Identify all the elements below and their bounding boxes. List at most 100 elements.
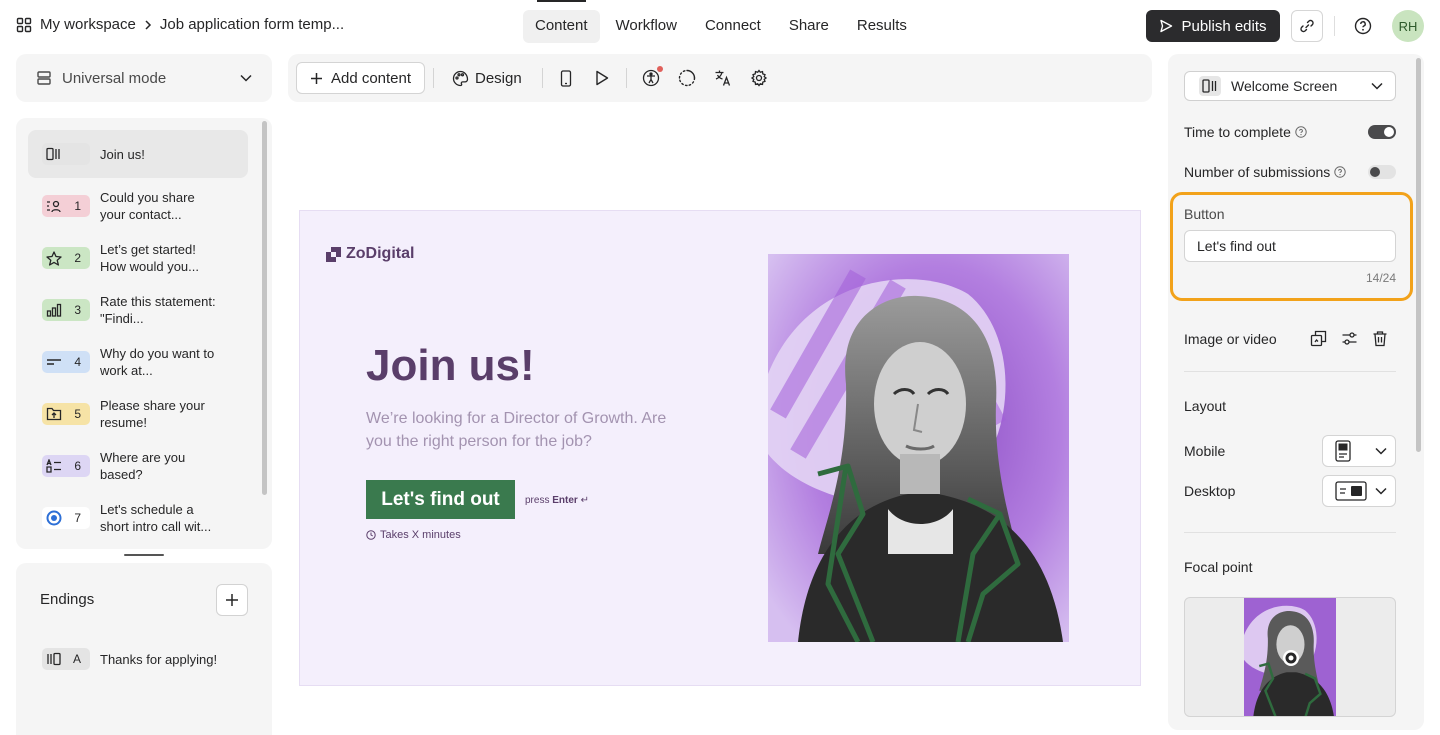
help-button[interactable] [1351,14,1375,38]
time-to-complete-row: Time to complete [1184,124,1396,140]
trash-icon[interactable] [1372,330,1388,347]
adjust-icon[interactable] [1341,330,1358,347]
press-key: Enter [552,495,578,506]
question-item-2[interactable]: 2 Let’s get started! How would you... [28,234,248,282]
publish-edits-button[interactable]: Publish edits [1146,10,1280,42]
desktop-layout-select[interactable] [1322,475,1396,507]
question-badge [42,143,90,165]
question-badge: 1 [42,195,90,217]
accessibility-button[interactable] [639,66,663,90]
press-enter-hint: press Enter ↵ [525,495,589,506]
design-label: Design [475,69,522,87]
help-icon [1354,17,1372,35]
replace-media-icon[interactable] [1310,330,1327,347]
brand-name: ZoDigital [346,245,415,262]
button-setting-highlight [1170,192,1413,301]
welcome-description[interactable]: We’re looking for a Director of Growth. … [366,407,696,453]
question-item-3[interactable]: 3 Rate this statement: "Findi... [28,286,248,334]
screen-type-select[interactable]: Welcome Screen [1184,71,1396,101]
settings-button[interactable] [747,66,771,90]
notification-dot [657,66,663,72]
info-icon[interactable] [1295,126,1307,138]
question-text: Where are you based? [100,450,186,482]
time-to-complete-toggle[interactable] [1368,125,1396,139]
image-or-video-row: Image or video [1184,330,1396,347]
question-text: Why do you want to work at... [100,346,215,378]
question-number: 3 [74,303,81,317]
short-text-icon [47,359,61,365]
question-text: Let's schedule a short intro call wit... [100,502,212,534]
tab-results[interactable]: Results [845,10,919,43]
question-badge: 2 [42,247,90,269]
apps-grid-icon[interactable] [16,17,32,33]
desktop-layout-row: Desktop [1184,475,1396,507]
question-number: 5 [74,407,81,421]
settings-panel: Welcome Screen Time to complete Number o… [1168,54,1424,730]
add-content-label: Add content [330,69,412,87]
design-button[interactable]: Design [444,62,530,94]
tab-content[interactable]: Content [523,0,600,43]
endings-title: Endings [40,591,95,608]
welcome-cta-button[interactable]: Let's find out [366,480,515,519]
copy-link-button[interactable] [1291,10,1323,42]
divider [433,68,434,88]
avatar[interactable]: RH [1392,10,1424,42]
focal-point-title: Focal point [1184,559,1253,575]
question-badge: 3 [42,299,90,321]
question-item-welcome[interactable]: Join us! [28,130,248,178]
question-number: 7 [74,511,81,525]
info-icon[interactable] [1334,166,1346,178]
desktop-layout-icon [1335,481,1367,501]
brand-logo: ZoDigital [326,245,414,263]
tab-workflow[interactable]: Workflow [604,10,689,43]
mobile-label: Mobile [1184,443,1226,459]
submissions-toggle[interactable] [1368,165,1396,179]
question-item-1[interactable]: 1 Could you share your contact... [28,182,248,230]
question-badge: 7 [42,507,90,529]
play-icon [596,70,609,86]
settings-panel-scrollbar[interactable] [1416,58,1421,452]
toggle-knob [1384,127,1394,137]
tab-connect[interactable]: Connect [693,10,773,43]
mobile-icon [560,69,572,87]
question-item-6[interactable]: 6 Where are you based? [28,442,248,490]
question-item-4[interactable]: 4 Why do you want to work at... [28,338,248,386]
question-number: 4 [74,355,81,369]
translate-button[interactable] [711,66,735,90]
question-list-scrollbar[interactable] [262,121,267,495]
question-text: Join us! [100,146,145,162]
chevron-right-icon [145,19,151,30]
ending-badge: A [42,648,90,670]
welcome-headline[interactable]: Join us! [366,341,535,391]
resize-handle[interactable] [124,554,164,556]
time-to-complete-hint: Takes X minutes [366,529,461,541]
form-preview-canvas[interactable]: ZoDigital Join us! We’re looking for a D… [299,210,1141,686]
question-list: Join us! 1 Could you share your contact.… [16,118,272,549]
accessibility-icon [642,69,660,87]
tab-share[interactable]: Share [777,10,841,43]
welcome-screen-icon [1199,76,1221,96]
question-item-7[interactable]: 7 Let's schedule a short intro call wit.… [28,494,248,542]
mode-selector[interactable]: Universal mode [16,54,272,102]
breadcrumb-form-name[interactable]: Job application form temp... [160,16,344,33]
question-item-5[interactable]: 5 Please share your resume! [28,390,248,438]
chevron-down-icon [1375,447,1387,455]
ending-screen-icon [47,652,61,666]
brand-mark-icon [326,246,341,262]
mobile-preview-button[interactable] [554,66,578,90]
focal-point-marker-icon[interactable] [1282,649,1300,667]
breadcrumb-workspace[interactable]: My workspace [40,16,136,33]
loading-button[interactable] [675,66,699,90]
enter-key-icon: ↵ [580,495,589,506]
publish-edits-label: Publish edits [1181,17,1267,35]
welcome-image[interactable] [768,254,1069,642]
gear-icon [750,69,768,87]
question-number: 2 [74,251,81,265]
ending-item-a[interactable]: A Thanks for applying! [42,648,217,670]
plus-icon [310,72,322,84]
preview-button[interactable] [590,66,614,90]
focal-point-picker[interactable] [1184,597,1396,717]
add-ending-button[interactable] [216,584,248,616]
add-content-button[interactable]: Add content [296,62,425,94]
mobile-layout-select[interactable] [1322,435,1396,467]
